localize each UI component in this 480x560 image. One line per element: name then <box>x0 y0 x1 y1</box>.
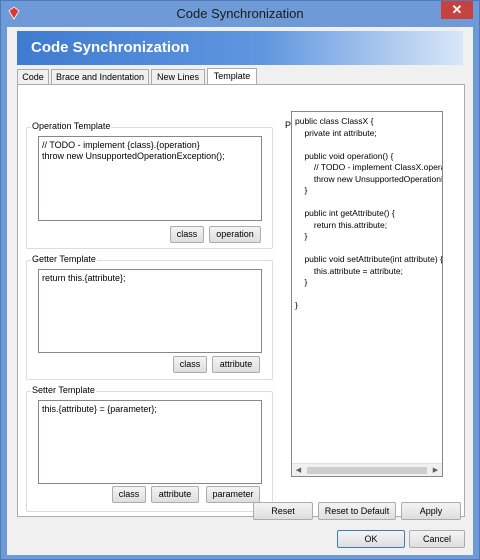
dialog-window: Code Synchronization ✕ Code Synchronizat… <box>0 0 480 560</box>
operation-operation-button[interactable]: operation <box>209 226 261 243</box>
operation-template-label: Operation Template <box>31 121 112 131</box>
getter-template-label: Getter Template <box>31 254 97 264</box>
getter-template-input[interactable]: return this.{attribute}; <box>38 269 262 353</box>
title-bar[interactable]: Code Synchronization ✕ <box>1 1 479 27</box>
setter-template-label: Setter Template <box>31 385 96 395</box>
preview-code: public class ClassX { private int attrib… <box>295 116 442 310</box>
scrollbar-thumb[interactable] <box>307 467 427 474</box>
preview-box: public class ClassX { private int attrib… <box>291 111 443 477</box>
apply-button[interactable]: Apply <box>401 502 461 520</box>
getter-attribute-button[interactable]: attribute <box>212 356 260 373</box>
tab-new-lines[interactable]: New Lines <box>151 69 205 85</box>
reset-button[interactable]: Reset <box>253 502 313 520</box>
operation-template-input[interactable]: // TODO - implement {class}.{operation} … <box>38 136 262 221</box>
cancel-button[interactable]: Cancel <box>409 530 465 548</box>
setter-attribute-button[interactable]: attribute <box>151 486 199 503</box>
setter-template-input[interactable]: this.{attribute} = {parameter}; <box>38 400 262 484</box>
tab-brace-and-indentation[interactable]: Brace and Indentation <box>51 69 149 85</box>
close-button[interactable]: ✕ <box>441 1 473 19</box>
banner-title: Code Synchronization <box>17 31 463 65</box>
window-title: Code Synchronization <box>176 6 304 21</box>
tab-code[interactable]: Code <box>17 69 49 85</box>
scroll-right-icon[interactable]: ▶ <box>429 464 442 476</box>
reset-to-default-button[interactable]: Reset to Default <box>318 502 396 520</box>
scroll-left-icon[interactable]: ◀ <box>292 464 305 476</box>
operation-class-button[interactable]: class <box>170 226 204 243</box>
dialog-body: Code Synchronization Code Brace and Inde… <box>7 27 473 555</box>
ok-button[interactable]: OK <box>337 530 405 548</box>
setter-class-button[interactable]: class <box>112 486 146 503</box>
setter-parameter-button[interactable]: parameter <box>206 486 260 503</box>
getter-class-button[interactable]: class <box>173 356 207 373</box>
preview-horizontal-scrollbar[interactable]: ◀ ▶ <box>292 463 442 476</box>
